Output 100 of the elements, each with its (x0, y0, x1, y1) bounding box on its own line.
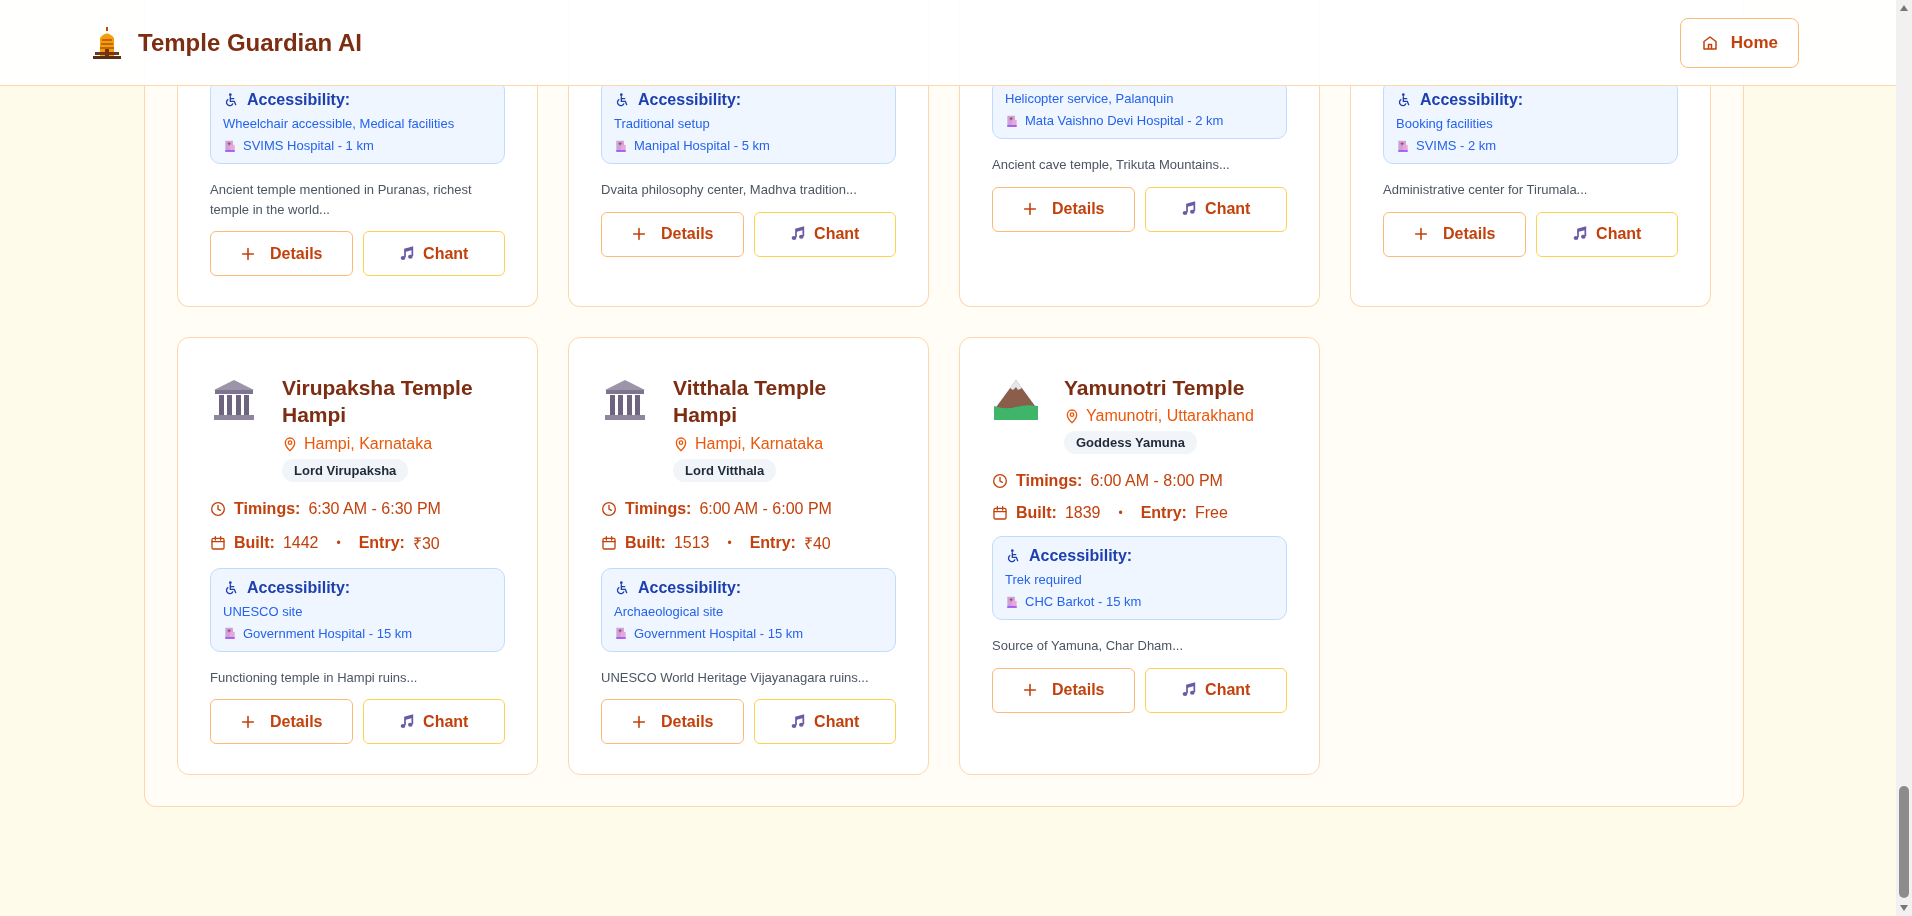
clock-icon (601, 500, 617, 517)
music-note-icon (1181, 682, 1198, 699)
calendar-icon (992, 505, 1008, 522)
hospital-distance: Government Hospital - 15 km (243, 625, 413, 641)
pin-icon (282, 435, 298, 452)
timings-label: Timings: (625, 499, 692, 518)
music-note-icon (1181, 201, 1198, 217)
accessibility-note: Traditional setup (614, 116, 711, 131)
accessibility-heading: Accessibility: (247, 91, 351, 109)
plus-icon (1022, 682, 1038, 699)
chant-button[interactable]: Chant (1144, 186, 1287, 232)
details-button[interactable]: Details (992, 186, 1135, 232)
entry-label: Entry: (1140, 504, 1187, 523)
wheelchair-icon (223, 92, 239, 108)
hospital-distance: Government Hospital - 15 km (634, 625, 804, 641)
hospital-icon (1005, 113, 1019, 128)
chant-button[interactable]: Chant (1144, 667, 1287, 713)
calendar-icon (210, 534, 226, 551)
details-button[interactable]: Details (992, 667, 1135, 713)
timings-label: Timings: (234, 499, 301, 518)
built-value: 1442 (282, 533, 319, 552)
chant-button[interactable]: Chant (753, 699, 896, 745)
temple-description: Source of Yamuna, Char Dham... (992, 637, 1184, 656)
built-value: 1513 (673, 533, 710, 552)
accessibility-heading: Accessibility: (1029, 547, 1133, 566)
accessibility-heading: Accessibility: (638, 578, 742, 597)
hospital-icon (1005, 594, 1019, 609)
wheelchair-icon (1396, 92, 1412, 108)
wheelchair-icon (1005, 548, 1021, 565)
accessibility-heading: Accessibility: (247, 578, 351, 597)
timings-value: 6:00 AM - 6:00 PM (699, 499, 832, 518)
accessibility-note: Trek required (1005, 572, 1083, 588)
accessibility-note: Helicopter service, Palanquin (1005, 91, 1175, 106)
home-button[interactable]: Home (1679, 17, 1799, 68)
timings-value: 6:00 AM - 8:00 PM (1090, 472, 1223, 491)
temple-name: Yamunotri Temple (1064, 375, 1246, 401)
hospital-distance: Mata Vaishno Devi Hospital - 2 km (1025, 113, 1224, 128)
music-note-icon (399, 245, 416, 262)
temple-name: Virupaksha Temple Hampi (282, 375, 474, 429)
temple-description: UNESCO World Heritage Vijayanagara ruins... (601, 668, 870, 687)
hospital-icon (223, 138, 237, 153)
accessibility-note: UNESCO site (223, 603, 304, 619)
plus-icon (240, 713, 256, 730)
timings-label: Timings: (1016, 472, 1083, 491)
timings-value: 6:30 AM - 6:30 PM (308, 499, 441, 518)
scrollbar-thumb[interactable] (1899, 786, 1909, 898)
clock-icon (992, 473, 1008, 490)
plus-icon (240, 245, 256, 262)
temple-description: Ancient cave temple, Trikuta Mountains... (992, 156, 1231, 174)
details-button[interactable]: Details (1383, 211, 1526, 257)
chant-button[interactable]: Chant (1535, 211, 1678, 257)
built-label: Built: (625, 533, 666, 552)
entry-value: Free (1194, 504, 1228, 523)
music-note-icon (1572, 226, 1589, 242)
accessibility-note: Archaeological site (614, 603, 725, 619)
calendar-icon (601, 534, 617, 551)
entry-value: ₹40 (803, 533, 831, 554)
chant-button[interactable]: Chant (362, 231, 505, 276)
hospital-icon (223, 626, 237, 641)
temple-name: Vitthala Temple Hampi (673, 375, 828, 429)
chant-button[interactable]: Chant (753, 211, 896, 257)
separator-dot: • (727, 535, 732, 550)
wheelchair-icon (614, 92, 630, 108)
clock-icon (210, 500, 226, 517)
music-note-icon (399, 713, 416, 730)
scrollbar-track[interactable] (1896, 0, 1912, 916)
accessibility-note: Booking facilities (1396, 116, 1494, 131)
hospital-distance: SVIMS - 2 km (1416, 138, 1497, 153)
deity-tag: Goddess Yamuna (1064, 431, 1197, 455)
temple-location: Hampi, Karnataka (695, 434, 824, 453)
plus-icon (1022, 201, 1038, 217)
plus-icon (1413, 226, 1429, 242)
deity-tag: Lord Vitthala (673, 458, 777, 482)
built-label: Built: (1016, 504, 1057, 523)
hospital-icon (614, 138, 628, 153)
chant-button[interactable]: Chant (362, 699, 505, 745)
temple-description: Administrative center for Tirumala... (1383, 181, 1589, 199)
details-button[interactable]: Details (210, 231, 353, 276)
deity-tag: Lord Virupaksha (282, 458, 409, 482)
details-button[interactable]: Details (601, 699, 744, 745)
details-button[interactable]: Details (210, 699, 353, 745)
wheelchair-icon (614, 579, 630, 596)
built-label: Built: (234, 533, 275, 552)
hospital-distance: CHC Barkot - 15 km (1025, 594, 1142, 610)
hospital-distance: SVIMS Hospital - 1 km (243, 138, 374, 153)
music-note-icon (790, 226, 807, 242)
wheelchair-icon (223, 579, 239, 596)
details-button[interactable]: Details (601, 211, 744, 257)
home-icon (1700, 33, 1719, 52)
temple-description: Dvaita philosophy center, Madhva tradition... (601, 181, 858, 199)
entry-value: ₹30 (412, 533, 440, 554)
hospital-distance: Manipal Hospital - 5 km (634, 138, 770, 153)
separator-dot: • (1118, 506, 1123, 521)
up-arrow-icon[interactable] (1899, 4, 1909, 12)
built-value: 1839 (1064, 504, 1101, 523)
plus-icon (631, 713, 647, 730)
temple-logo-icon (92, 25, 122, 60)
down-arrow-icon[interactable] (1899, 904, 1909, 912)
temple-location: Hampi, Karnataka (304, 434, 433, 453)
hospital-icon (614, 626, 628, 641)
